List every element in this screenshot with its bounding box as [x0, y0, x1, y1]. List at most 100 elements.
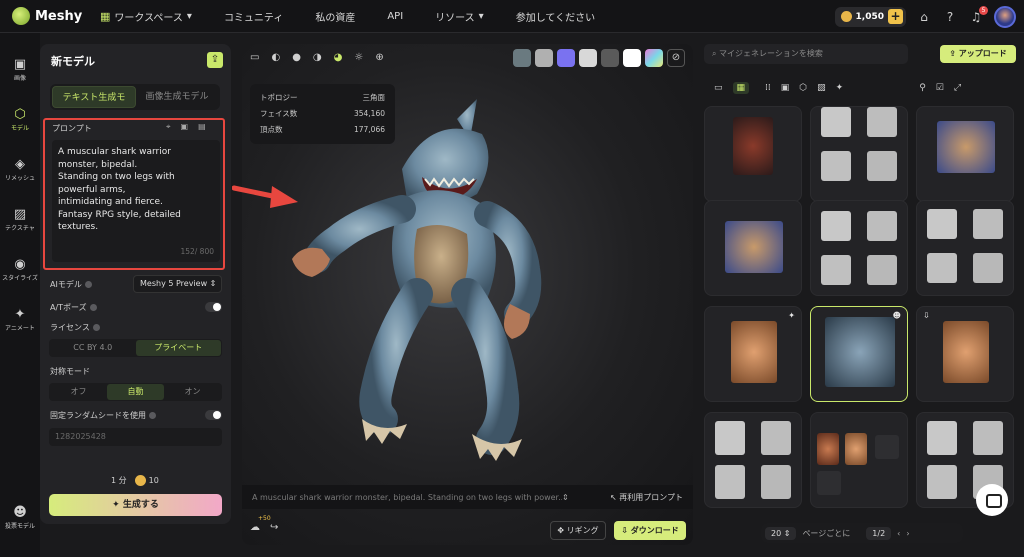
symmetry-off[interactable]: オフ	[50, 384, 107, 400]
rail-item-texture[interactable]: ▨ テクスチャ	[0, 195, 40, 245]
matcap-icon[interactable]: ◑	[313, 52, 322, 63]
chevron-left-icon[interactable]: ‹	[897, 529, 900, 538]
generation-card[interactable]	[916, 200, 1014, 296]
run-icon[interactable]: ✦	[836, 83, 844, 93]
prompt-input[interactable]: A muscular shark warrior monster, bipeda…	[52, 140, 220, 262]
symmetry-auto[interactable]: 自動	[107, 384, 164, 400]
thumbnail	[927, 253, 957, 283]
light-icon[interactable]: ☼	[354, 52, 363, 63]
gift-icon[interactable]: ⌂	[916, 9, 932, 25]
generation-card[interactable]	[704, 412, 802, 508]
help-icon[interactable]: ?	[942, 9, 958, 25]
page-indicator[interactable]: 1/2	[866, 526, 892, 540]
share-icon[interactable]: ↪	[270, 522, 278, 533]
label-text: 固定ランダムシードを使用	[50, 411, 146, 420]
swatch-dark[interactable]	[601, 49, 619, 67]
image-icon[interactable]: ▣	[181, 122, 189, 132]
cloud-upload-icon[interactable]: ☁ +50	[250, 515, 271, 533]
chevron-updown-icon[interactable]: ⇕	[562, 493, 569, 502]
rail-item-model[interactable]: ⬡ モデル	[0, 95, 40, 145]
license-ccby[interactable]: CC BY 4.0	[50, 340, 136, 356]
generation-card[interactable]: ⇩	[916, 306, 1014, 402]
upload-icon[interactable]: ⇪	[207, 52, 223, 68]
nav-join[interactable]: 参加してください	[500, 9, 611, 24]
rail-item-image[interactable]: ▣ 画像	[0, 45, 40, 95]
monitor-icon[interactable]: ▭	[250, 52, 259, 63]
rail-item-animate[interactable]: ✦ アニメート	[0, 295, 40, 345]
generation-card-selected[interactable]: ☻	[810, 306, 908, 402]
swatch-multi[interactable]	[645, 49, 663, 67]
info-icon	[92, 324, 100, 331]
nav-my-assets[interactable]: 私の資産	[299, 9, 371, 24]
symmetry-on[interactable]: オン	[164, 384, 221, 400]
nav-workspace[interactable]: ▦ ワークスペース ▾	[84, 9, 208, 24]
texture-icon[interactable]: ◕	[334, 52, 343, 63]
reuse-prompt-button[interactable]: ↖ 再利用プロンプト	[610, 492, 683, 503]
atpose-label: A/Tポーズ	[50, 302, 97, 313]
cube-icon[interactable]: ⬡	[799, 83, 807, 93]
swatch-purple[interactable]	[557, 49, 575, 67]
thumbnail	[733, 117, 773, 175]
generation-card[interactable]	[916, 106, 1014, 202]
generation-card[interactable]	[704, 106, 802, 202]
generate-button[interactable]: ✦ 生成する	[49, 494, 222, 516]
all-icon[interactable]: ⁞⁞	[765, 83, 771, 93]
page-size-select[interactable]: 20 ⇕	[765, 526, 797, 540]
folder-icon[interactable]: ▭	[714, 83, 723, 93]
upload-button[interactable]: ⇪ アップロード	[940, 45, 1016, 63]
prompt-bar: A muscular shark warrior monster, bipeda…	[242, 485, 693, 509]
rail-label: 投票モデル	[4, 523, 35, 530]
generation-card[interactable]	[810, 106, 908, 202]
image-icon[interactable]: ▣	[781, 83, 790, 93]
select-icon[interactable]: ☑	[936, 83, 944, 93]
tab-text-to-3d[interactable]: テキスト生成モ	[52, 86, 136, 108]
solid-icon[interactable]: ●	[292, 52, 301, 63]
license-private[interactable]: プライベート	[135, 340, 221, 356]
shading-icon[interactable]: ◐	[271, 52, 280, 63]
nav-community[interactable]: コミュニティ	[208, 9, 299, 24]
avatar[interactable]	[994, 5, 1016, 28]
grid-view-icon[interactable]: ▦	[732, 82, 750, 94]
panel-title: 新モデル	[51, 55, 95, 68]
add-credits-button[interactable]: +	[888, 9, 903, 24]
upload-label: アップロード	[958, 49, 1007, 58]
swatch-light[interactable]	[579, 49, 597, 67]
texture-icon[interactable]: ▨	[817, 83, 826, 93]
wand-icon[interactable]: ⌖	[166, 122, 171, 132]
rail-item-vote[interactable]: ☻ 投票モデル	[0, 493, 40, 543]
ai-model-select[interactable]: Meshy 5 Preview ⇕	[133, 275, 222, 293]
chevron-right-icon[interactable]: ›	[906, 529, 909, 538]
seed-toggle[interactable]	[205, 410, 222, 420]
swatch-gravel[interactable]	[513, 49, 531, 67]
filter-icon[interactable]: ⚲	[919, 83, 926, 93]
bell-icon[interactable]: ♫ 5	[968, 5, 988, 25]
seed-input[interactable]: 1282025428	[49, 428, 222, 446]
swatch-grey[interactable]	[535, 49, 553, 67]
nav-resources[interactable]: リソース ▾	[419, 9, 500, 24]
logo[interactable]: Meshy	[12, 7, 84, 25]
eye-off-icon[interactable]: ⊘	[667, 49, 685, 67]
save-icon[interactable]: ▤	[198, 122, 206, 132]
generation-card[interactable]: ✦	[704, 306, 802, 402]
thumbnail	[761, 465, 791, 499]
search-input[interactable]: ⌕ マイジェネレーションを検索	[704, 44, 908, 64]
chat-support-button[interactable]	[976, 484, 1008, 516]
coin-icon	[134, 475, 146, 486]
generation-card[interactable]	[704, 200, 802, 296]
expand-icon[interactable]: ⤢	[954, 83, 961, 93]
nav-api[interactable]: API	[371, 11, 419, 22]
swatch-white[interactable]	[623, 49, 641, 67]
tab-image-to-3d[interactable]: 画像生成モデル	[136, 86, 218, 108]
generation-card[interactable]	[810, 412, 908, 508]
model-viewport[interactable]: ▭ ◐ ● ◑ ◕ ☼ ⊕ ⊘ トポロジー 三角面 フェイス数 354,160 頂点…	[242, 44, 693, 545]
rail-item-stylize[interactable]: ◉ スタイライズ	[0, 245, 40, 295]
license-segment: CC BY 4.0 プライベート	[49, 339, 222, 357]
rail-item-remesh[interactable]: ◈ リメッシュ	[0, 145, 40, 195]
atpose-toggle[interactable]	[205, 302, 222, 312]
generation-card[interactable]	[810, 200, 908, 296]
rigging-button[interactable]: ✥ リギング	[550, 521, 606, 540]
credits-display[interactable]: 1,050 +	[834, 6, 906, 27]
download-button[interactable]: ⇩ ダウンロード	[614, 521, 686, 540]
globe-icon[interactable]: ⊕	[375, 52, 383, 63]
thumbnail	[731, 321, 777, 383]
